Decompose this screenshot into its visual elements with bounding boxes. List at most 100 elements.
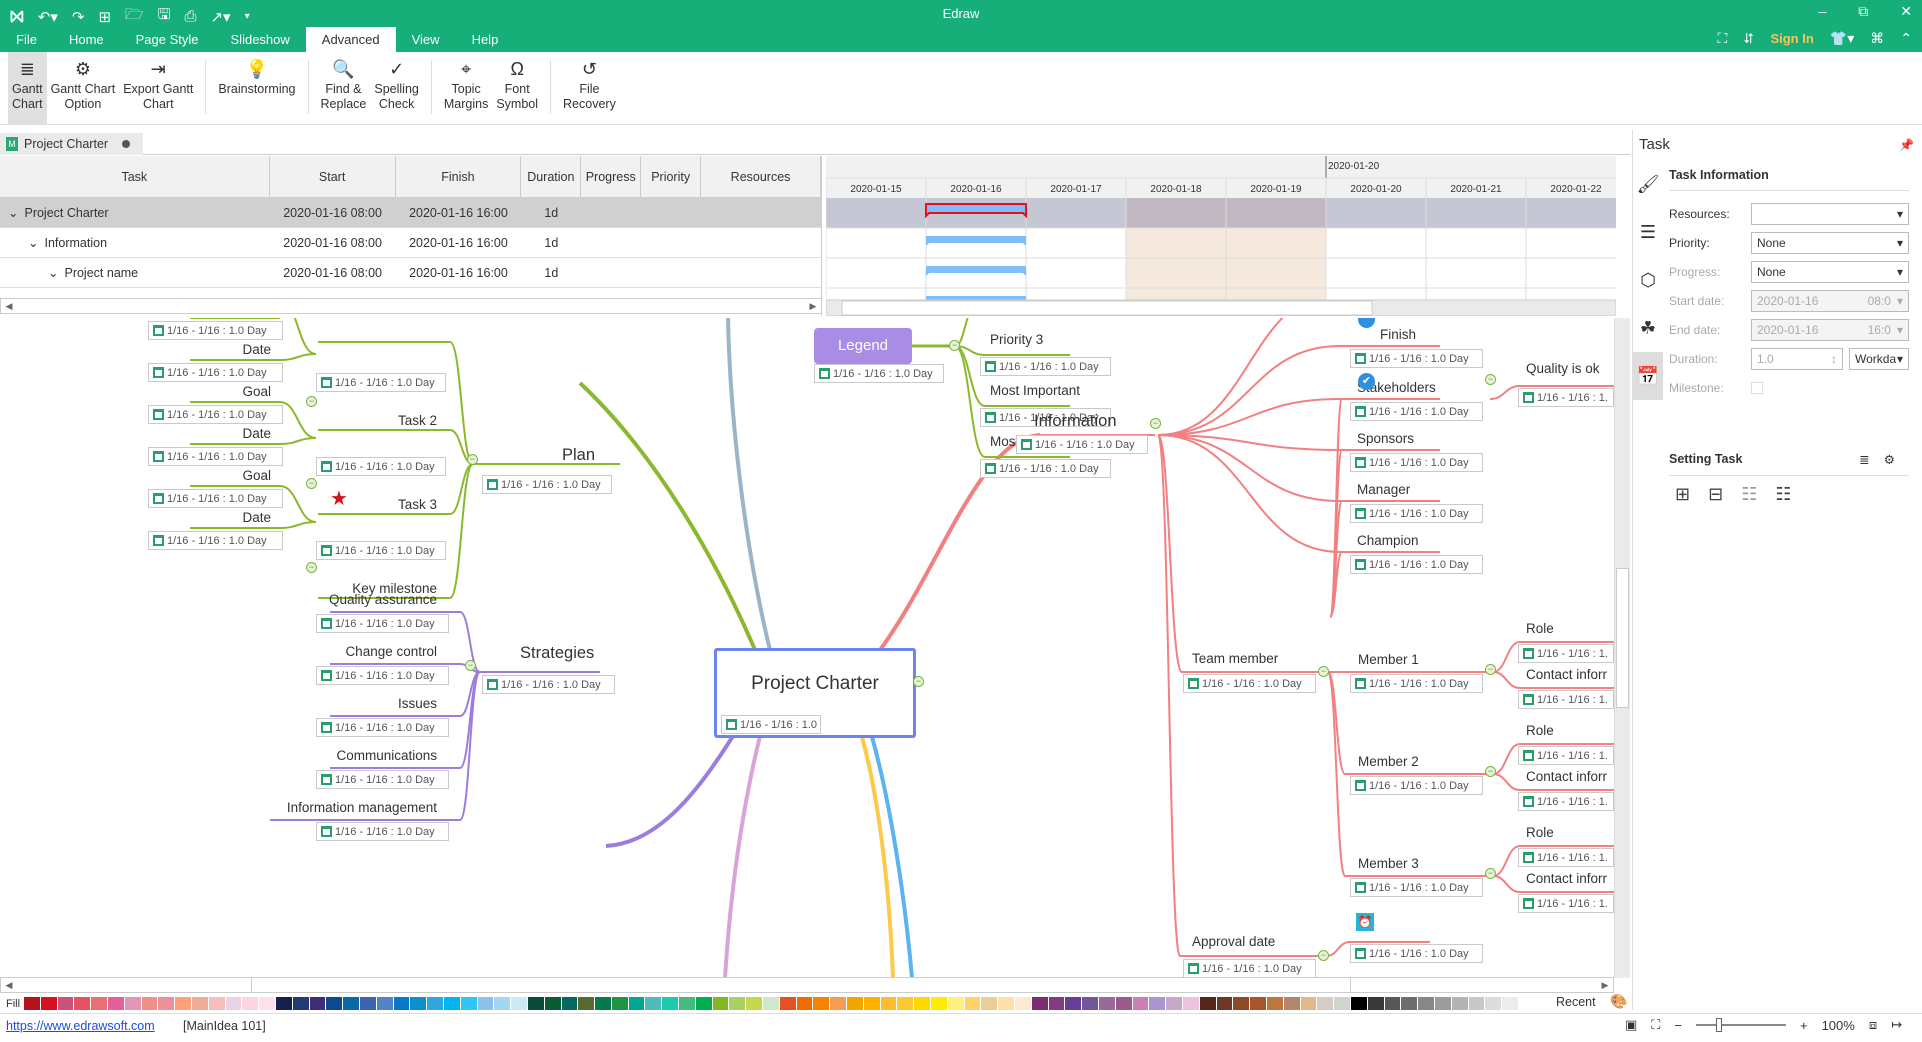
team-member-topic[interactable]: Team member [1192,651,1278,666]
expand-chevron-icon[interactable]: ⌄ [28,235,38,250]
color-swatch[interactable] [779,997,796,1010]
menu-tab-advanced[interactable]: Advanced [305,27,396,52]
gantt-column-header[interactable]: Progress [581,156,642,197]
color-swatch[interactable] [729,997,746,1010]
ribbon-button-gantt-chart[interactable]: ≣ Gantt Chart [8,52,47,124]
scroll-left-icon[interactable]: ◀ [1,299,17,313]
remove-task-icon[interactable]: ⊟ [1708,484,1723,505]
color-swatch[interactable] [1015,997,1031,1010]
color-swatch[interactable] [477,997,494,1010]
information-child-topic[interactable]: Manager [1357,482,1410,497]
color-swatch[interactable] [208,997,225,1010]
color-swatch[interactable] [376,997,393,1010]
duration-unit-select[interactable]: Workda ▾ [1849,347,1909,370]
color-swatch[interactable] [527,997,544,1010]
gantt-row[interactable]: ⌄ Information 2020-01-16 08:00 2020-01-16 1… [0,228,821,258]
document-tab[interactable]: M Project Charter [0,133,143,155]
color-swatch[interactable] [595,997,611,1010]
color-swatch[interactable] [628,997,645,1010]
color-swatch[interactable] [1233,997,1250,1010]
information-child-topic[interactable]: Champion [1357,533,1419,548]
collapse-icon[interactable]: − [306,396,317,407]
color-swatch[interactable] [1317,997,1334,1010]
menu-tab-help[interactable]: Help [456,27,515,52]
role-topic[interactable]: Role [1526,621,1554,636]
collapse-icon[interactable]: − [1485,374,1496,385]
color-swatch[interactable] [1199,997,1216,1010]
color-swatch[interactable] [763,997,779,1010]
color-swatch[interactable] [1418,997,1434,1010]
color-swatch[interactable] [393,997,410,1010]
plan-subtopic[interactable]: Task 3 [398,497,437,512]
color-swatch[interactable] [998,997,1015,1010]
approval-date-topic[interactable]: Approval date [1192,934,1275,949]
color-swatch[interactable] [863,997,880,1010]
color-swatch[interactable] [427,997,443,1010]
gantt-chart-icon[interactable]: ≣ [1859,453,1883,467]
fit-page-icon[interactable]: ▣ [1625,1017,1637,1033]
zoom-slider[interactable] [1695,1018,1786,1032]
color-swatch[interactable] [225,997,242,1010]
color-swatch[interactable] [645,997,662,1010]
share-icon[interactable]: ⮃ [1743,30,1754,47]
milestone-checkbox[interactable] [1751,381,1763,394]
plan-leaf-topic[interactable]: Date [242,342,271,357]
color-swatch[interactable] [1149,997,1166,1010]
field-select[interactable]: None ▾ [1751,231,1909,254]
information-child-topic[interactable]: Finish [1380,327,1416,342]
color-swatch[interactable] [1300,997,1317,1010]
color-swatch[interactable] [242,997,259,1010]
sign-in-button[interactable]: Sign In [1770,31,1813,46]
color-swatch[interactable] [359,997,376,1010]
ribbon-button-spelling-check[interactable]: ✓ Spelling Check [370,52,422,124]
color-swatch[interactable] [1401,997,1418,1010]
color-swatch[interactable] [1485,997,1502,1010]
collapse-ribbon-icon[interactable]: ⌃ [1900,30,1912,47]
color-swatch[interactable] [1115,997,1132,1010]
color-swatch[interactable] [74,997,91,1010]
color-swatch[interactable] [830,997,847,1010]
strategies-child-topic[interactable]: Quality assurance [329,592,437,607]
color-swatch[interactable] [679,997,695,1010]
pin-icon[interactable]: 📌 [1899,138,1914,152]
plan-subtopic[interactable]: Task 2 [398,413,437,428]
role-topic[interactable]: Role [1526,825,1554,840]
legend-child-topic[interactable]: Most Important [990,383,1080,398]
collapse-icon[interactable]: − [467,454,478,465]
color-swatch[interactable] [914,997,931,1010]
color-swatch[interactable] [1065,997,1082,1010]
strategies-child-topic[interactable]: Change control [345,644,437,659]
website-link[interactable]: https://www.edrawsoft.com [6,1019,155,1033]
color-swatch[interactable] [141,997,158,1010]
collapse-icon[interactable]: − [306,478,317,489]
menu-tab-view[interactable]: View [396,27,456,52]
spinner-icon[interactable]: ↕ [1831,352,1837,366]
color-swatch[interactable] [494,997,511,1010]
color-swatch[interactable] [1031,997,1048,1010]
color-swatch[interactable] [1082,997,1098,1010]
menu-tab-file[interactable]: File [0,27,53,52]
color-swatch[interactable] [158,997,175,1010]
gantt-column-header[interactable]: Finish [396,156,522,197]
color-swatch[interactable] [1384,997,1401,1010]
remove-subtask-icon[interactable]: ☷ [1775,484,1791,505]
color-swatch[interactable] [880,997,897,1010]
apps-icon[interactable]: ⌘ [1870,30,1884,47]
gantt-column-header[interactable]: Task [0,156,270,197]
color-swatch[interactable] [561,997,578,1010]
minimize-icon[interactable]: ‒ [1818,3,1826,20]
scroll-left-icon[interactable]: ◀ [1,978,17,992]
mindmap-vscrollbar[interactable] [1614,318,1630,978]
scroll-right-icon[interactable]: ▶ [1597,978,1613,992]
color-swatch[interactable] [1367,997,1384,1010]
color-swatch[interactable] [175,997,191,1010]
color-swatch[interactable] [107,997,124,1010]
color-swatch[interactable] [40,997,57,1010]
gantt-row[interactable]: ⌄ Project name 2020-01-16 08:00 2020-01-16 … [0,258,821,288]
task-calendar-icon[interactable]: 📅 [1633,352,1663,400]
color-swatch[interactable] [847,997,863,1010]
color-swatch[interactable] [695,997,712,1010]
collapse-icon[interactable]: − [1318,950,1329,961]
color-swatch[interactable] [460,997,477,1010]
color-swatch[interactable] [443,997,460,1010]
